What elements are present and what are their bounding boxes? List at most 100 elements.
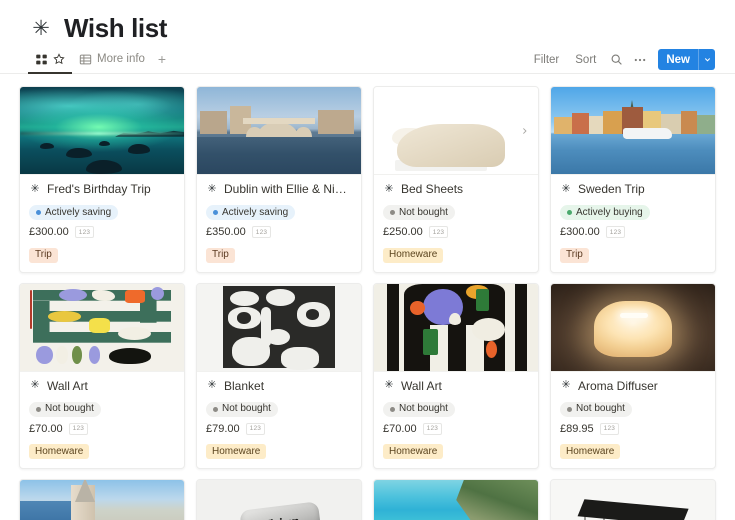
status-badge[interactable]: Not bought [560,401,632,417]
category-tag-label: Homeware [35,445,84,457]
vw-belt-ring-product-photo[interactable]: Vivi nn [197,480,361,520]
gallery-card[interactable]: ✳ Bed Sheets Not bought £250.00 123 Home… [373,86,539,273]
gallery-card[interactable]: ✳ Blanket Not bought £79.00 123 Homeware [196,282,362,469]
tab-more-info[interactable]: More info [72,45,152,73]
card-title: Wall Art [401,378,442,393]
tab-label-more-info: More info [97,53,145,65]
gallery-card[interactable]: ✳ Wall Art Not bought £70.00 123 Homewar… [19,282,185,469]
tab-gallery-view[interactable] [28,45,72,74]
status-dot [36,406,41,412]
number-property-chip: 123 [422,422,443,435]
status-dot [390,210,395,215]
status-dot [36,210,41,215]
status-badge[interactable]: Actively saving [29,205,119,220]
card-body: ✳ Fred's Birthday Trip Actively saving £… [20,175,184,272]
sparkle-emoji: ✳ [207,379,217,391]
card-price-row: £300.00 123 [29,226,175,238]
card-price-row: £79.00 123 [206,422,352,435]
gallery-card[interactable]: ✳ Family Holiday Not bought [373,479,539,520]
category-tag[interactable]: Trip [206,247,235,263]
card-title: Dublin with Ellie & Niamh [224,182,352,196]
number-property-chip: 123 [245,422,266,435]
aroma-diffuser-product-photo[interactable] [551,283,715,372]
card-title-row: ✳ Bed Sheets [383,182,529,196]
card-price: £250.00 [383,226,423,238]
status-dot [213,406,218,412]
abstract-dark-figure-artwork[interactable] [374,283,538,372]
abstract-green-artwork[interactable] [20,283,184,372]
number-property-chip: 123 [251,226,272,238]
add-view-button[interactable]: + [152,48,172,70]
istanbul-galata-tower-photo[interactable] [20,480,184,520]
card-price: £300.00 [560,226,600,238]
view-tabs: More info + [28,45,172,74]
gallery-grid: ✳ Fred's Birthday Trip Actively saving £… [0,74,735,520]
card-body: ✳ Aroma Diffuser Not bought £89.95 123 H… [551,372,715,469]
status-badge[interactable]: Not bought [383,401,455,417]
tropical-beach-cove-photo[interactable] [374,480,538,520]
aurora-northern-lights-photo[interactable] [20,87,184,175]
number-property-chip: 123 [605,226,626,238]
category-tag[interactable]: Homeware [383,444,444,459]
status-label: Actively buying [576,206,643,218]
sparkle-emoji: ✳ [384,182,394,195]
gallery-card[interactable]: Vivi nn ✳ VW Belt Ring Actively saving [196,479,362,520]
category-tag-label: Homeware [389,445,438,457]
sparkle-emoji: ✳ [561,182,571,195]
gallery-card[interactable]: ✳ Wall Art Not bought £70.00 123 Homewar… [373,282,539,469]
category-tag-label: Homeware [212,445,261,457]
gallery-card[interactable]: ✳ Sweden Trip Actively buying £300.00 12… [550,86,716,273]
gallery-card[interactable]: ✳ Birthday Trip Not bought [19,479,185,520]
stockholm-waterfront-photo[interactable] [551,87,715,175]
gallery-card[interactable]: ✳ Dublin with Ellie & Niamh Actively sav… [196,86,362,273]
category-tag-label: Trip [566,249,583,260]
status-label: Not bought [399,206,448,218]
new-button[interactable]: New [658,49,715,70]
status-dot [567,406,572,412]
sort-button[interactable]: Sort [569,52,602,68]
status-badge[interactable]: Not bought [383,205,455,220]
category-tag[interactable]: Homeware [29,444,90,459]
card-body: ✳ Dublin with Ellie & Niamh Actively sav… [197,175,361,272]
card-price-row: £70.00 123 [29,422,175,435]
gallery-card[interactable]: ✳ Fred's Birthday Trip Actively saving £… [19,86,185,273]
category-tag-label: Trip [35,249,52,260]
sparkle-emoji: ✳ [207,182,217,195]
status-dot [213,210,218,215]
ellipsis-icon[interactable] [630,50,650,70]
status-label: Actively saving [45,206,112,218]
carousel-next-icon[interactable] [517,123,532,138]
laccio-coffee-table-product-photo[interactable] [551,480,715,520]
sparkle-emoji: ✳ [32,16,50,40]
dublin-bridge-photo[interactable] [197,87,361,175]
gallery-card[interactable]: ✳ Aroma Diffuser Not bought £89.95 123 H… [550,282,716,469]
filter-button[interactable]: Filter [528,52,566,68]
card-body: ✳ Wall Art Not bought £70.00 123 Homewar… [20,372,184,469]
search-icon[interactable] [606,50,626,70]
status-badge[interactable]: Not bought [29,401,101,417]
category-tag[interactable]: Homeware [383,247,444,263]
table-view-icon [79,53,92,66]
category-tag[interactable]: Trip [29,247,58,263]
number-property-chip: 123 [68,422,89,435]
status-label: Not bought [576,403,625,414]
status-badge[interactable]: Actively saving [206,205,296,220]
black-white-abstract-blanket[interactable] [197,283,361,372]
chevron-down-icon[interactable] [698,49,715,70]
category-tag[interactable]: Homeware [206,444,267,459]
card-price-row: £70.00 123 [383,422,529,435]
category-tag[interactable]: Trip [560,247,589,263]
status-badge[interactable]: Actively buying [560,205,650,220]
card-title: Bed Sheets [401,182,464,196]
card-price: £300.00 [29,226,69,238]
status-badge[interactable]: Not bought [206,401,278,417]
card-title: Fred's Birthday Trip [47,182,151,196]
gallery-card[interactable]: ✳ Laccio coffee table Not bought [550,479,716,520]
category-tag[interactable]: Homeware [560,444,621,459]
number-property-chip: 123 [428,226,449,238]
card-title-row: ✳ Aroma Diffuser [560,379,706,393]
bed-sheets-product-photo[interactable] [374,87,538,175]
sparkle-emoji: ✳ [384,379,394,391]
card-price: £89.95 [560,422,594,435]
number-property-chip: 123 [74,226,95,238]
